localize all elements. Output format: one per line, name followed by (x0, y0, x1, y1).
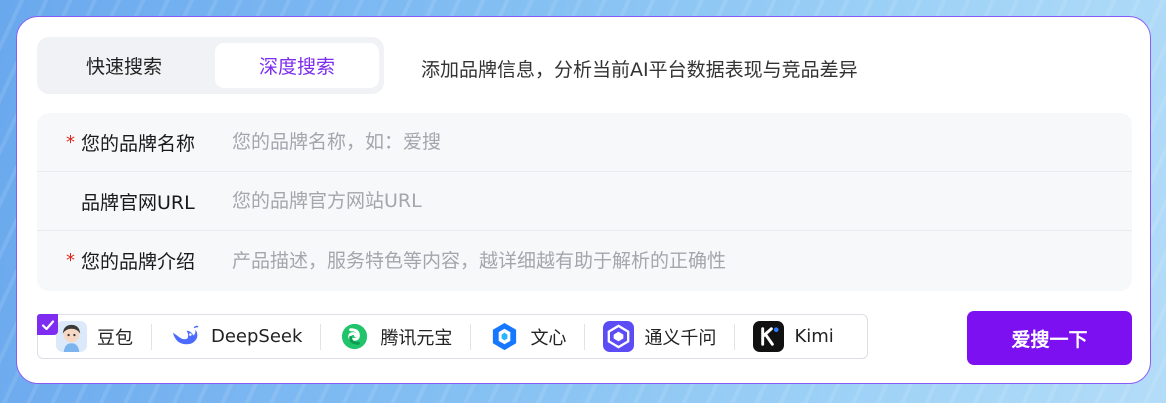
search-mode-switch: 快速搜索 深度搜索 (37, 37, 384, 94)
brand-form: * 您的品牌名称 品牌官网URL * 您的品牌介绍 (37, 113, 1132, 291)
model-yuanbao[interactable]: 腾讯元宝 (321, 315, 470, 358)
kimi-icon (753, 321, 785, 352)
model-tongyi[interactable]: 通义千问 (585, 315, 734, 358)
search-submit-button[interactable]: 爱搜一下 (967, 311, 1132, 365)
model-deepseek[interactable]: DeepSeek (152, 315, 320, 358)
model-name: DeepSeek (211, 326, 303, 347)
check-icon (41, 319, 54, 330)
model-name: 腾讯元宝 (380, 327, 453, 349)
brand-name-row: * 您的品牌名称 (37, 113, 1132, 172)
ai-model-selector: 豆包 DeepSeek 腾讯元宝 文心 通义千问 Kimi (37, 314, 868, 359)
brand-intro-input[interactable] (232, 240, 1132, 281)
required-mark: * (66, 250, 75, 271)
tongyi-icon (603, 321, 635, 352)
brand-name-label: 您的品牌名称 (81, 132, 196, 155)
yuanbao-icon (342, 323, 368, 350)
required-mark: * (66, 131, 75, 153)
select-all-checkbox[interactable] (37, 314, 58, 335)
model-name: 通义千问 (644, 327, 717, 349)
brand-intro-row: * 您的品牌介绍 (37, 231, 1132, 290)
brand-name-input[interactable] (232, 122, 1132, 162)
brand-url-label: 品牌官网URL (81, 191, 195, 214)
brand-url-input[interactable] (232, 181, 1132, 221)
model-wenxin[interactable]: 文心 (471, 315, 584, 358)
mode-description: 添加品牌信息，分析当前AI平台数据表现与竞品差异 (421, 59, 858, 81)
brand-url-row: 品牌官网URL (37, 172, 1132, 231)
doubao-icon (56, 321, 87, 352)
model-kimi[interactable]: Kimi (735, 315, 851, 358)
model-name: Kimi (794, 326, 834, 347)
tab-quick-search[interactable]: 快速搜索 (42, 43, 206, 88)
deepseek-icon (172, 325, 199, 345)
wenxin-icon (493, 322, 517, 351)
brand-intro-label: 您的品牌介绍 (81, 251, 196, 273)
model-name: 文心 (530, 327, 567, 349)
model-name: 豆包 (97, 327, 133, 349)
search-card: 快速搜索 深度搜索 添加品牌信息，分析当前AI平台数据表现与竞品差异 * 您的品… (16, 16, 1151, 384)
tab-deep-search[interactable]: 深度搜索 (215, 43, 379, 88)
